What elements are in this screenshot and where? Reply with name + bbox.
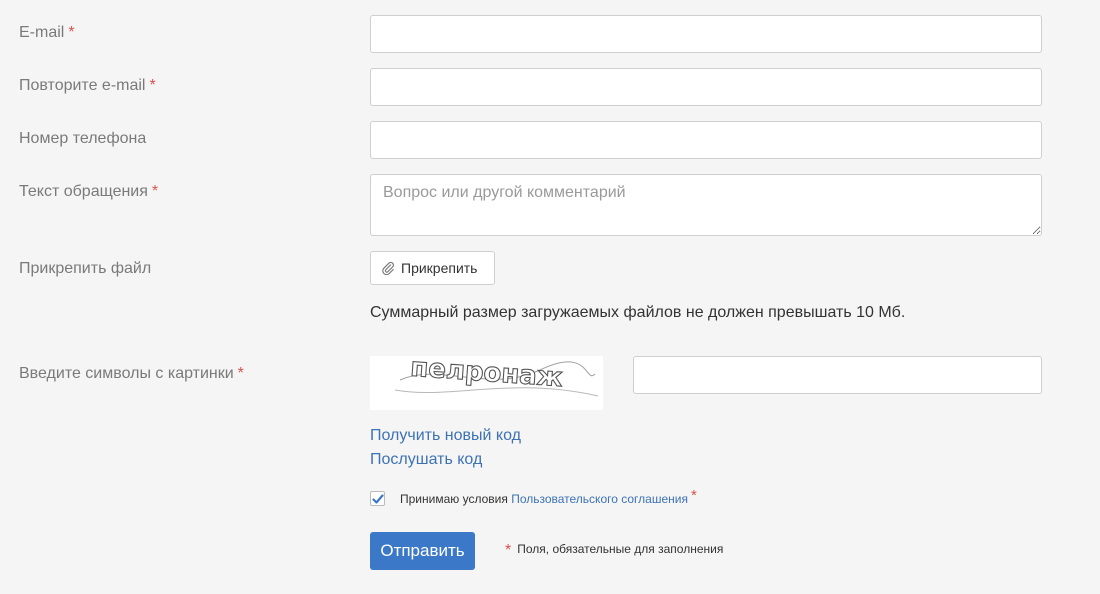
new-captcha-link[interactable]: Получить новый код [370,427,521,445]
file-label: Прикрепить файл [19,260,151,278]
submit-button[interactable]: Отправить [370,532,475,570]
required-mark: * [237,365,244,382]
required-mark: * [68,24,75,41]
email-label: E-mail * [19,24,75,42]
required-mark: * [505,542,512,559]
attach-file-button-label: Прикрепить [401,260,478,276]
message-label: Текст обращения * [19,183,158,201]
required-fields-note: * Поля, обязательные для заполнения [505,542,723,560]
email-repeat-label: Повторите e-mail * [19,77,156,95]
captcha-text: пелронаж [409,356,563,393]
agreement-text: Принимаю условия [400,491,508,506]
captcha-image: пелронаж [370,356,603,410]
checkmark-icon [371,493,384,504]
message-label-text: Текст обращения [19,183,148,200]
required-note-text: Поля, обязательные для заполнения [517,542,724,556]
email-label-text: E-mail [19,24,65,41]
required-mark: * [690,487,697,504]
file-size-note: Суммарный размер загружаемых файлов не д… [370,304,906,321]
email-field[interactable] [370,15,1042,53]
captcha-label: Введите символы с картинки * [19,365,244,383]
listen-captcha-link[interactable]: Послушать код [370,451,482,469]
required-mark: * [149,77,156,94]
file-label-text: Прикрепить файл [19,260,152,277]
captcha-label-text: Введите символы с картинки [19,365,234,382]
user-agreement-link[interactable]: Пользовательского соглашения [511,492,688,506]
email-repeat-label-text: Повторите e-mail [19,77,146,94]
phone-field[interactable] [370,121,1042,159]
agreement-checkbox[interactable] [370,491,385,506]
phone-label: Номер телефона [19,130,146,148]
required-mark: * [151,183,159,200]
paperclip-icon [381,261,395,275]
attach-file-button[interactable]: Прикрепить [370,251,495,285]
email-repeat-field[interactable] [370,68,1042,106]
agreement-row: Принимаю условия Пользовательского согла… [370,487,697,507]
message-textarea[interactable] [370,174,1042,236]
phone-label-text: Номер телефона [19,130,147,147]
captcha-input[interactable] [633,356,1042,394]
